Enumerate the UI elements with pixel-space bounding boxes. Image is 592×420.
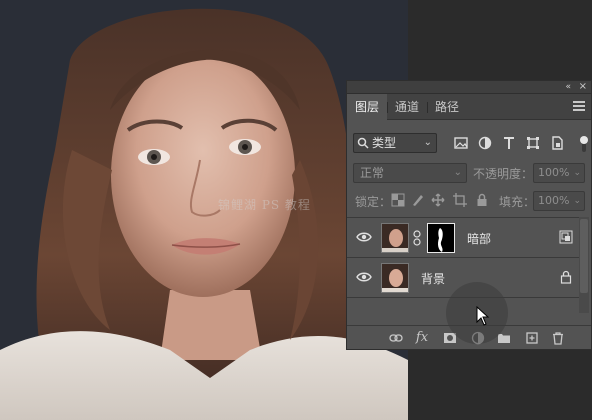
layer-row-shadows[interactable]: 暗部 [347, 218, 579, 258]
lock-label: 锁定： [355, 195, 392, 209]
chevron-down-icon: ⌄ [453, 167, 462, 178]
smart-object-filter-icon[interactable] [549, 135, 565, 151]
mouse-cursor-icon [476, 306, 490, 326]
mask-link-icon[interactable] [413, 230, 421, 246]
trash-icon[interactable] [551, 331, 565, 345]
panel-title-bar[interactable]: « × [347, 81, 591, 94]
new-layer-icon[interactable] [525, 331, 539, 345]
fill-label: 填充： [499, 195, 536, 209]
blend-mode-value: 正常 [360, 166, 385, 180]
opacity-label: 不透明度： [473, 167, 534, 181]
tab-layers[interactable]: 图层 [347, 94, 387, 121]
opacity-value: 100% [538, 166, 570, 179]
chevron-down-icon: ⌄ [573, 168, 581, 178]
lock-artboard-icon[interactable] [453, 193, 467, 207]
layer-name[interactable]: 背景 [421, 270, 445, 287]
smart-object-icon [559, 230, 573, 244]
collapse-icon[interactable]: « [565, 81, 571, 93]
adjustment-filter-icon[interactable] [477, 135, 493, 151]
opacity-field[interactable]: 100% ⌄ [533, 163, 585, 183]
chevron-down-icon: ⌄ [423, 137, 432, 148]
layer-mask-thumbnail[interactable] [427, 223, 455, 253]
close-icon[interactable]: × [579, 81, 587, 93]
search-icon [357, 137, 369, 149]
blend-mode-select[interactable]: 正常 ⌄ [353, 163, 467, 183]
fx-icon[interactable]: fx [415, 331, 429, 345]
lock-transparent-pixels-icon[interactable] [391, 193, 405, 207]
layer-thumbnail[interactable] [381, 223, 409, 253]
panel-tabs: 图层 通道 路径 [347, 94, 591, 121]
watermark-text: 锦鲤湖 PS 教程 [218, 198, 311, 212]
panel-menu-icon[interactable] [573, 101, 585, 111]
filter-toggle-switch[interactable] [579, 134, 589, 154]
lock-position-icon[interactable] [431, 193, 445, 207]
lock-icon [560, 270, 572, 284]
image-filter-icon[interactable] [453, 135, 469, 151]
layer-filter-row: 类型 ⌄ [347, 133, 592, 155]
tab-paths[interactable]: 路径 [428, 94, 466, 120]
lock-image-pixels-icon[interactable] [411, 193, 425, 207]
layer-thumbnail[interactable] [381, 263, 409, 293]
link-icon[interactable] [389, 331, 403, 345]
filter-kind-select[interactable]: 类型 ⌄ [353, 133, 437, 153]
layer-name[interactable]: 暗部 [467, 230, 491, 247]
blend-opacity-row: 正常 ⌄ 不透明度： 100% ⌄ [347, 163, 592, 183]
fill-field[interactable]: 100% ⌄ [533, 191, 585, 211]
scrollbar-thumb[interactable] [580, 219, 588, 293]
shape-filter-icon[interactable] [525, 135, 541, 151]
filter-kind-label: 类型 [372, 136, 397, 150]
fill-value: 100% [538, 194, 570, 207]
lock-all-icon[interactable] [475, 193, 489, 207]
layers-scrollbar[interactable] [579, 217, 589, 313]
chevron-down-icon: ⌄ [573, 196, 581, 206]
tab-channels[interactable]: 通道 [388, 94, 426, 120]
type-filter-icon[interactable] [501, 135, 517, 151]
eye-icon[interactable] [356, 231, 372, 243]
lock-fill-row: 锁定： 填充： 100% ⌄ [347, 191, 592, 211]
eye-icon[interactable] [356, 271, 372, 283]
